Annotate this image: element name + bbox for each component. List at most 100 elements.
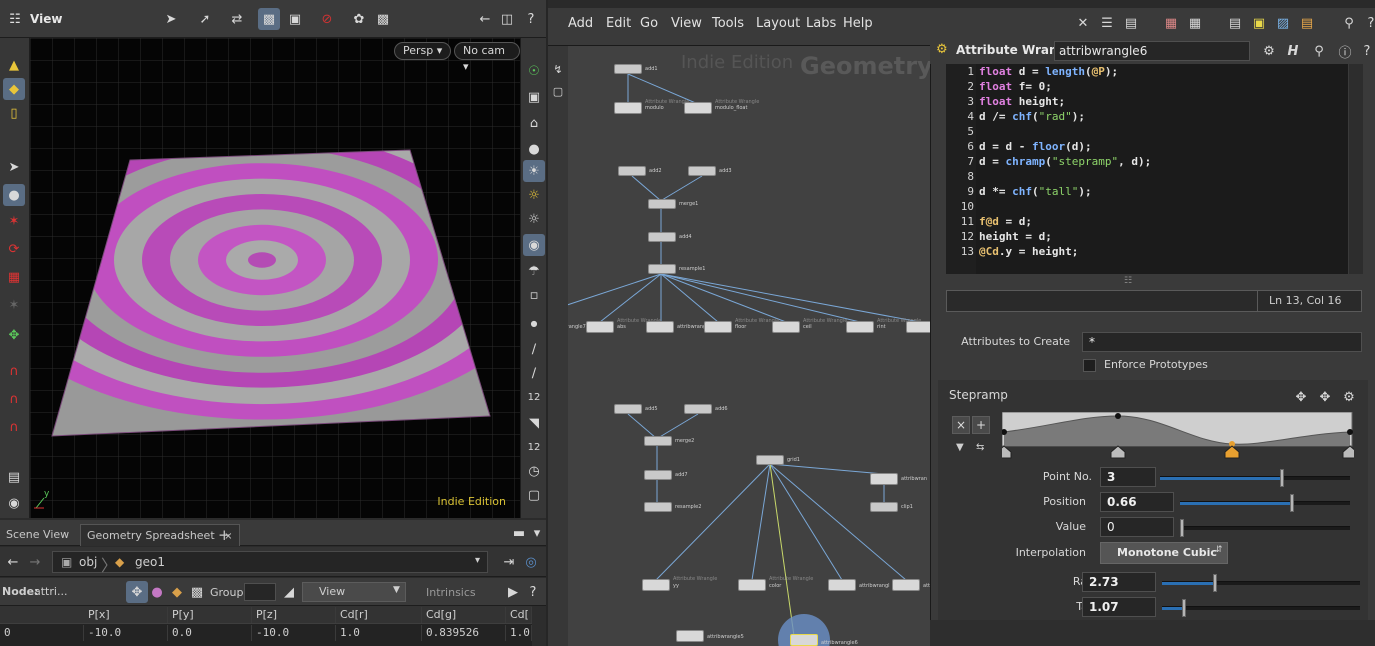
node-add6[interactable] xyxy=(684,404,712,414)
magnet-curve-icon[interactable]: ∩ xyxy=(3,388,25,410)
ramp-key[interactable] xyxy=(1115,413,1121,419)
tall-slider[interactable] xyxy=(1162,599,1360,617)
help-h-icon[interactable]: H xyxy=(1282,40,1304,62)
node-wrangle-offscreen[interactable] xyxy=(906,321,930,333)
position-slider[interactable] xyxy=(1180,494,1350,512)
code-line[interactable]: float d = length(@P); xyxy=(979,65,1118,78)
prim-numbers-icon[interactable]: 12 xyxy=(523,436,545,458)
add-tab-button[interactable]: + xyxy=(212,524,237,546)
shading-icon[interactable]: ◉ xyxy=(523,234,545,256)
code-line[interactable]: f@d = d; xyxy=(979,215,1032,228)
display-geo-icon[interactable]: ▫ xyxy=(523,284,545,306)
no-entry-icon[interactable]: ⊘ xyxy=(316,8,338,30)
network-editor[interactable]: Indie Edition Geometry add1 Attribute Wr… xyxy=(568,46,930,646)
scrollbar[interactable] xyxy=(1349,64,1363,274)
node-grid1[interactable] xyxy=(756,455,784,465)
camera-select[interactable]: No cam ▾ xyxy=(454,42,520,73)
handle-tool-icon[interactable]: ✥ xyxy=(3,324,25,346)
node-attribwrangle6[interactable] xyxy=(790,634,818,646)
interpolation-select[interactable]: Monotone Cubic ⇵ xyxy=(1100,542,1228,564)
table-row[interactable]: 0 -10.0 0.0 -10.0 1.0 0.839526 1.0 xyxy=(0,624,546,642)
menu-edit[interactable]: Edit xyxy=(606,16,631,31)
render-region-icon[interactable]: ▩ xyxy=(372,8,394,30)
pose-icon[interactable]: ✶ xyxy=(3,210,25,232)
move-point-icon[interactable]: ✥ xyxy=(1314,386,1336,408)
node-rint[interactable] xyxy=(846,321,874,333)
code-line[interactable]: height = d; xyxy=(979,230,1052,243)
play-icon[interactable]: ▶ xyxy=(502,581,524,603)
gear-icon[interactable]: ⚙ xyxy=(1258,40,1280,62)
normals-icon[interactable]: ∕ xyxy=(523,338,545,360)
node-attribwrangle[interactable] xyxy=(646,321,674,333)
menu-labs[interactable]: Labs xyxy=(806,16,836,31)
node-color[interactable] xyxy=(738,579,766,591)
node-add3[interactable] xyxy=(688,166,716,176)
node-add7[interactable] xyxy=(644,470,672,480)
help-icon[interactable]: ? xyxy=(522,581,544,603)
column-header[interactable]: P[z] xyxy=(252,607,336,623)
grid-view-icon[interactable]: ▦ xyxy=(1160,12,1182,34)
column-header[interactable]: P[x] xyxy=(84,607,168,623)
search-icon[interactable]: ⚲ xyxy=(1338,12,1360,34)
node-ceil[interactable] xyxy=(772,321,800,333)
pane-layout-icon[interactable]: ◫ xyxy=(496,8,518,30)
path-node[interactable]: geo1 xyxy=(135,555,165,569)
snap-point-icon[interactable]: ▣ xyxy=(284,8,306,30)
code-line[interactable]: float f= 0; xyxy=(979,80,1052,93)
select-mode-icon[interactable]: ➤ xyxy=(160,8,182,30)
rad-field[interactable]: 2.73 xyxy=(1082,572,1156,592)
ramp-marker[interactable] xyxy=(1110,445,1126,459)
display-options-icon[interactable]: ▤ xyxy=(3,466,25,488)
rotate-tool-icon[interactable]: ⟳ xyxy=(3,238,25,260)
stamp-icon[interactable]: ▤ xyxy=(1296,12,1318,34)
detail-icon[interactable]: ▩ xyxy=(186,581,208,603)
point-no-field[interactable]: 3 xyxy=(1100,467,1156,487)
node-add5[interactable] xyxy=(614,404,642,414)
home-icon[interactable]: ⌂ xyxy=(523,112,545,134)
node-resample1[interactable] xyxy=(648,264,676,274)
node-clip1[interactable] xyxy=(870,502,898,512)
snap-grid-icon[interactable]: ▩ xyxy=(258,8,280,30)
node-yy[interactable] xyxy=(642,579,670,591)
column-header[interactable]: Cd[ xyxy=(506,607,532,623)
menu-add[interactable]: Add xyxy=(568,16,593,31)
scale-tool-icon[interactable]: ▦ xyxy=(3,266,25,288)
node-attribwrangle5[interactable] xyxy=(676,630,704,642)
path-navigator[interactable]: ▣ obj 〉 ◆ geo1 ▾ xyxy=(52,551,488,575)
view-menu[interactable]: View ▼ xyxy=(302,582,406,602)
sticky-note-icon[interactable]: ▣ xyxy=(1248,12,1270,34)
tag-icon[interactable]: ▯ xyxy=(3,102,25,124)
node-add2[interactable] xyxy=(618,166,646,176)
point-no-slider[interactable] xyxy=(1160,469,1350,487)
forward-icon[interactable]: → xyxy=(24,551,46,573)
resize-grip-icon[interactable]: ☷ xyxy=(1124,276,1132,286)
path-root[interactable]: obj xyxy=(79,555,97,569)
node-add4[interactable] xyxy=(648,232,676,242)
ramp-marker-selected[interactable] xyxy=(1224,445,1240,459)
add-point-icon[interactable]: ✥ xyxy=(1290,386,1312,408)
brush-icon[interactable]: ◆ xyxy=(3,78,25,100)
camera-menu[interactable]: Persp ▾ xyxy=(394,42,452,60)
camera-icon[interactable]: ☉ xyxy=(523,60,545,82)
gear-icon[interactable]: ⚙ xyxy=(1338,386,1360,408)
magnet-edge-icon[interactable]: ∩ xyxy=(3,416,25,438)
ramp-key[interactable] xyxy=(1347,429,1353,435)
intrinsics-label[interactable]: Intrinsics xyxy=(426,586,476,599)
code-line[interactable]: @Cd.y = height; xyxy=(979,245,1078,258)
slider-knob[interactable] xyxy=(1290,494,1294,512)
menu-go[interactable]: Go xyxy=(640,16,658,31)
prim-normals-icon[interactable]: ◥ xyxy=(523,412,545,434)
menu-help[interactable]: Help xyxy=(843,16,873,31)
jump-icon[interactable]: ↯ xyxy=(547,58,569,80)
position-field[interactable]: 0.66 xyxy=(1100,492,1174,512)
scrollbar[interactable] xyxy=(532,606,546,646)
node-abs[interactable] xyxy=(586,321,614,333)
help-icon[interactable]: ? xyxy=(1360,12,1375,34)
enforce-prototypes-checkbox[interactable] xyxy=(1083,359,1096,372)
column-header[interactable]: Cd[r] xyxy=(336,607,422,623)
viewport-3d[interactable]: y Persp ▾ No cam ▾ Indie Edition xyxy=(30,38,520,518)
rad-slider[interactable] xyxy=(1162,574,1360,592)
menu-tools[interactable]: Tools xyxy=(712,16,744,31)
vectors-icon[interactable]: ∕ xyxy=(523,362,545,384)
add-point-button[interactable]: + xyxy=(972,416,990,434)
